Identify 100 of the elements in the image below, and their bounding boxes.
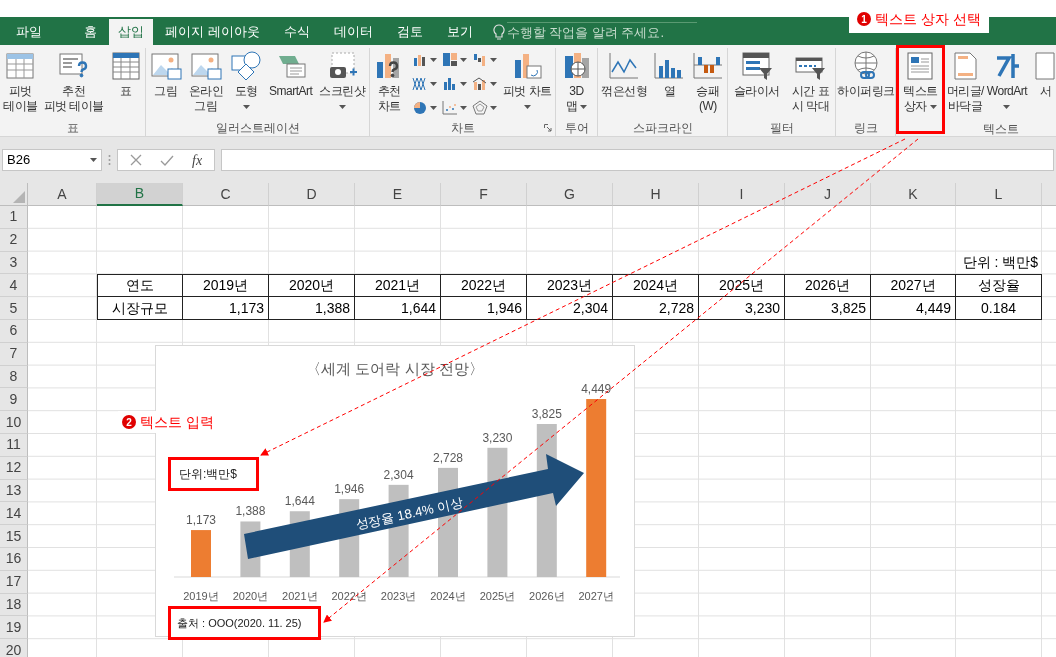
ribbon-tab[interactable]: 홈 xyxy=(72,19,109,45)
ribbon-button[interactable]: 표 xyxy=(108,48,143,99)
row-header[interactable]: 11 xyxy=(0,433,28,457)
ribbon-button[interactable]: 온라인 그림 xyxy=(187,48,225,114)
column-header[interactable]: A xyxy=(28,183,97,206)
table-cell: 성장율 xyxy=(956,274,1042,298)
group-label: 투어 xyxy=(564,119,589,136)
table-cell: 2020년 xyxy=(269,274,355,298)
ribbon-tab[interactable]: 삽입 xyxy=(109,19,153,45)
ribbon-button[interactable]: 꺾은선형 xyxy=(600,48,649,99)
ribbon-button[interactable]: WordArt xyxy=(985,48,1029,114)
insert-function-button[interactable]: fx xyxy=(192,149,203,171)
row-header[interactable]: 6 xyxy=(0,320,28,343)
formula-field[interactable] xyxy=(221,149,1054,171)
row-header[interactable]: 13 xyxy=(0,479,28,503)
table-cell: 1,173 xyxy=(183,297,269,320)
combo-chart-icon xyxy=(471,76,488,92)
ribbon-button[interactable]: 서 xyxy=(1029,48,1056,99)
column-header[interactable]: H xyxy=(613,183,699,206)
row-header[interactable]: 7 xyxy=(0,342,28,366)
ribbon-button[interactable]: 피벗 차트 xyxy=(501,48,553,114)
tell-me-field[interactable]: 수행할 작업을 알려 주세요. xyxy=(506,22,697,42)
chart-type-button[interactable] xyxy=(440,98,468,118)
step-marker: 2 xyxy=(122,415,136,429)
axis-label: 2019년 xyxy=(183,590,219,602)
chart-type-button[interactable] xyxy=(470,98,498,118)
row-header[interactable]: 17 xyxy=(0,570,28,594)
ribbon-button[interactable]: 추천 피벗 테이블 xyxy=(42,48,105,114)
data-label: 4,449 xyxy=(581,382,612,397)
column-header[interactable]: G xyxy=(527,183,613,206)
caret-icon xyxy=(929,104,937,109)
row-header[interactable]: 3 xyxy=(0,251,28,275)
dialog-launcher-icon[interactable] xyxy=(544,124,552,132)
axis-label: 2023년 xyxy=(380,590,417,602)
row-header[interactable]: 9 xyxy=(0,388,28,412)
ribbon-button[interactable]: 열 xyxy=(652,48,687,99)
ribbon-button[interactable]: 피벗 테이블 xyxy=(2,48,39,114)
ribbon-tab[interactable]: 데이터 xyxy=(321,19,385,45)
ribbon-button[interactable]: 3D 맵 xyxy=(559,48,594,114)
ribbon-tab[interactable]: 수식 xyxy=(271,19,322,45)
ribbon-button[interactable]: 그림 xyxy=(148,48,183,99)
ribbon-tab[interactable]: 보기 xyxy=(434,19,485,45)
group-label: 링크 xyxy=(853,119,878,136)
data-label: 1,388 xyxy=(235,504,266,519)
data-label: 1,946 xyxy=(334,482,365,497)
row-header[interactable]: 18 xyxy=(0,593,28,617)
callout-text: 텍스트 상자 선택 xyxy=(875,9,981,29)
column-header[interactable]: L xyxy=(956,183,1042,206)
ribbon-button[interactable]: 하이퍼링크 xyxy=(836,48,896,99)
table-cell: 1,388 xyxy=(269,297,355,320)
row-header[interactable]: 1 xyxy=(0,206,28,229)
ribbon-tab[interactable]: 검토 xyxy=(384,19,435,45)
row-header[interactable]: 15 xyxy=(0,525,28,548)
column-header[interactable]: E xyxy=(355,183,441,206)
table-cell: 2019년 xyxy=(183,274,269,298)
enter-button[interactable] xyxy=(160,154,174,166)
row-header[interactable]: 10 xyxy=(0,411,28,434)
row-header[interactable]: 12 xyxy=(0,456,28,480)
row-header[interactable]: 4 xyxy=(0,274,28,298)
ribbon-button[interactable]: 슬라이서 xyxy=(732,48,781,99)
ribbon-button[interactable]: 스크린샷 xyxy=(318,48,367,114)
text-box[interactable]: 단위:백만$ xyxy=(168,457,259,491)
column-header[interactable]: D xyxy=(269,183,355,206)
row-header[interactable]: 8 xyxy=(0,365,28,389)
row-header[interactable]: 19 xyxy=(0,616,28,640)
column-header[interactable]: C xyxy=(183,183,269,206)
ribbon-button[interactable]: 도형 xyxy=(229,48,264,114)
row-header[interactable]: 2 xyxy=(0,228,28,252)
data-label: 3,230 xyxy=(482,430,513,445)
ribbon-button[interactable]: SmartArt xyxy=(268,48,314,99)
ribbon-button[interactable]: 텍스트 상자 xyxy=(896,45,945,134)
table-cell: 2,728 xyxy=(613,297,699,320)
column-header[interactable]: F xyxy=(441,183,527,206)
ribbon-button[interactable]: 머리글/ 바닥글 xyxy=(945,48,985,114)
row-header[interactable]: 20 xyxy=(0,639,28,657)
column-header[interactable]: J xyxy=(785,183,871,206)
waterfall-chart-icon xyxy=(471,52,488,68)
caret-icon xyxy=(429,58,437,62)
callout-text: 텍스트 입력 xyxy=(140,412,214,432)
row-header[interactable]: 14 xyxy=(0,502,28,526)
ribbon-tab[interactable]: 페이지 레이아웃 xyxy=(153,19,272,45)
table-cell: 2025년 xyxy=(699,274,785,298)
caret-icon xyxy=(489,58,497,62)
ribbon-button[interactable]: 시간 표 시 막대 xyxy=(790,48,831,114)
column-header[interactable]: K xyxy=(871,183,956,206)
ribbon-button[interactable]: 추천 차트 xyxy=(372,48,407,114)
ribbon-button[interactable]: 승패 (W) xyxy=(690,48,725,114)
caret-icon xyxy=(339,104,346,109)
name-box[interactable]: B26 xyxy=(2,149,102,171)
row-header[interactable]: 16 xyxy=(0,547,28,571)
group-label: 필터 xyxy=(769,119,794,136)
line-sparkline-icon xyxy=(608,50,641,82)
row-header[interactable]: 5 xyxy=(0,297,28,320)
table-cell: 2,304 xyxy=(527,297,613,320)
axis-label: 2025년 xyxy=(479,590,516,602)
column-header[interactable]: B xyxy=(97,183,183,206)
text-box[interactable]: 출처 : OOO(2020. 11. 25) xyxy=(168,606,321,640)
column-header[interactable]: I xyxy=(699,183,785,206)
cancel-button[interactable] xyxy=(130,154,142,166)
ribbon-tab[interactable]: 파일 xyxy=(4,19,54,45)
